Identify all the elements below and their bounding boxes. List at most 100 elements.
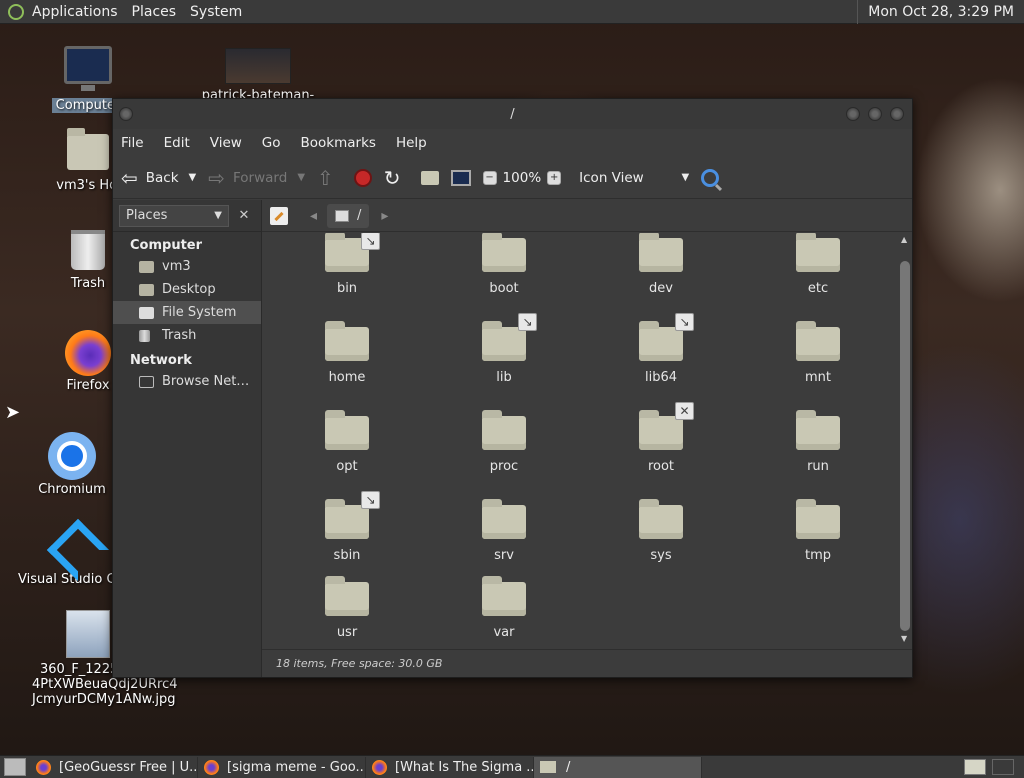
computer-button[interactable] (450, 169, 471, 186)
menu-view[interactable]: View (210, 135, 242, 151)
breadcrumb-root[interactable]: / (327, 203, 370, 228)
workspace-1[interactable] (964, 759, 986, 775)
path-left-icon[interactable]: ◂ (310, 208, 317, 224)
show-desktop-icon[interactable] (4, 758, 26, 776)
folder-icon (639, 321, 683, 361)
sidebar-item-browse-network[interactable]: Browse Net… (113, 370, 261, 393)
sidebar-item-desktop[interactable]: Desktop (113, 278, 261, 301)
up-arrow-icon: ⇧ (317, 165, 334, 190)
folder-icon (639, 499, 683, 539)
folder-icon (325, 576, 369, 616)
zoom-in-icon[interactable]: + (547, 170, 562, 185)
trash-icon (71, 230, 105, 270)
home-folder-icon (67, 128, 109, 170)
close-button[interactable] (890, 107, 904, 121)
folder-item[interactable]: ✕ root (611, 402, 711, 474)
view-mode-select[interactable]: Icon View ▼ (579, 170, 689, 186)
folder-item[interactable]: dev (611, 233, 711, 296)
folder-icon (482, 233, 526, 272)
forward-arrow-icon: ⇨ (208, 165, 226, 190)
breadcrumb-label: / (357, 208, 362, 223)
close-icon[interactable]: ✕ (233, 208, 255, 223)
computer-icon (450, 169, 471, 186)
folder-item[interactable]: mnt (768, 321, 868, 385)
sidebar-item-file-system[interactable]: File System (113, 301, 261, 324)
sidebar-selector[interactable]: Places ▼ (119, 204, 229, 227)
sidebar-header: Places ▼ ✕ (113, 200, 261, 232)
folder-name: srv (494, 548, 514, 563)
scroll-up-icon[interactable]: ▲ (901, 235, 907, 244)
menu-file[interactable]: File (121, 135, 144, 151)
folder-item[interactable]: proc (454, 410, 554, 474)
taskbar-item[interactable]: [What Is The Sigma ... (366, 756, 534, 778)
sidebar: Places ▼ ✕ Computer vm3 Desktop File Sys… (113, 200, 262, 677)
folder-item[interactable]: tmp (768, 499, 868, 563)
scrollbar-thumb[interactable] (900, 261, 910, 631)
folder-item[interactable]: sys (611, 499, 711, 563)
image-file-icon (66, 610, 110, 658)
stop-button[interactable] (353, 168, 372, 187)
back-label: Back (145, 169, 179, 186)
folder-name: sbin (333, 548, 361, 563)
folder-item[interactable]: ↘ lib64 (611, 313, 711, 385)
folder-item[interactable]: usr (297, 576, 397, 640)
folder-item[interactable]: boot (454, 233, 554, 296)
taskbar-item-label: [sigma meme - Goo... (227, 759, 366, 775)
menu-edit[interactable]: Edit (164, 135, 190, 151)
path-right-icon[interactable]: ▸ (381, 208, 388, 224)
desktop-image-thumbnail[interactable]: patrick-bateman- (198, 48, 318, 103)
system-menu[interactable]: System (190, 4, 242, 20)
search-button[interactable] (701, 168, 720, 187)
sidebar-item-trash[interactable]: Trash (113, 324, 261, 347)
folder-item[interactable]: ↘ sbin (297, 491, 397, 563)
folder-icon (796, 410, 840, 450)
folder-item[interactable]: home (297, 321, 397, 385)
folder-item[interactable]: opt (297, 410, 397, 474)
menu-go[interactable]: Go (262, 135, 281, 151)
forward-history-dropdown-icon[interactable]: ▼ (297, 172, 305, 183)
folder-icon (796, 233, 840, 272)
toolbar: ⇦ Back ▼ ⇨ Forward ▼ ⇧ ↻ − 100% + Icon V… (113, 157, 912, 199)
home-button[interactable] (420, 170, 439, 185)
taskbar-item-active[interactable]: / (534, 756, 702, 778)
unreadable-emblem-icon: ✕ (675, 402, 694, 420)
folder-item[interactable]: run (768, 410, 868, 474)
up-button[interactable]: ⇧ (317, 166, 342, 190)
folder-item[interactable]: ↘ bin (297, 233, 397, 296)
pathbar: ◂ / ▸ (262, 200, 912, 232)
folder-item[interactable]: srv (454, 499, 554, 563)
folder-icon (482, 499, 526, 539)
home-folder-icon (420, 170, 439, 185)
symlink-emblem-icon: ↘ (518, 313, 537, 331)
places-menu[interactable]: Places (132, 4, 177, 20)
applications-menu[interactable]: Applications (32, 4, 118, 20)
workspace-2[interactable] (992, 759, 1014, 775)
location-edit-icon[interactable] (270, 206, 288, 225)
folder-item[interactable]: etc (768, 233, 868, 296)
desktop-chromium[interactable]: Chromium (32, 432, 112, 497)
maximize-button[interactable] (868, 107, 882, 121)
sidebar-item-vm3[interactable]: vm3 (113, 255, 261, 278)
menu-bookmarks[interactable]: Bookmarks (301, 135, 376, 151)
window-titlebar[interactable]: / (113, 99, 912, 129)
desktop-icon-label: JcmyurDCMy1ANw.jpg (32, 692, 176, 707)
clock[interactable]: Mon Oct 28, 3:29 PM (857, 0, 1024, 24)
window-menu-button[interactable] (119, 107, 133, 121)
reload-button[interactable]: ↻ (384, 166, 409, 190)
back-history-dropdown-icon[interactable]: ▼ (189, 172, 197, 183)
taskbar-item[interactable]: [GeoGuessr Free | U... (30, 756, 198, 778)
scroll-down-icon[interactable]: ▼ (901, 634, 907, 643)
sidebar-item-label: File System (162, 305, 237, 320)
folder-item[interactable]: ↘ lib (454, 313, 554, 385)
minimize-button[interactable] (846, 107, 860, 121)
sidebar-item-label: Desktop (162, 282, 216, 297)
menu-help[interactable]: Help (396, 135, 427, 151)
taskbar-item[interactable]: [sigma meme - Goo... (198, 756, 366, 778)
back-button[interactable]: ⇦ Back ▼ (121, 166, 196, 190)
vertical-scrollbar[interactable]: ▲ ▼ (898, 233, 912, 645)
folder-item[interactable]: var (454, 576, 554, 640)
forward-button[interactable]: ⇨ Forward ▼ (208, 166, 305, 190)
zoom-out-icon[interactable]: − (482, 170, 497, 185)
drive-icon (139, 306, 154, 319)
firefox-icon (204, 759, 219, 775)
